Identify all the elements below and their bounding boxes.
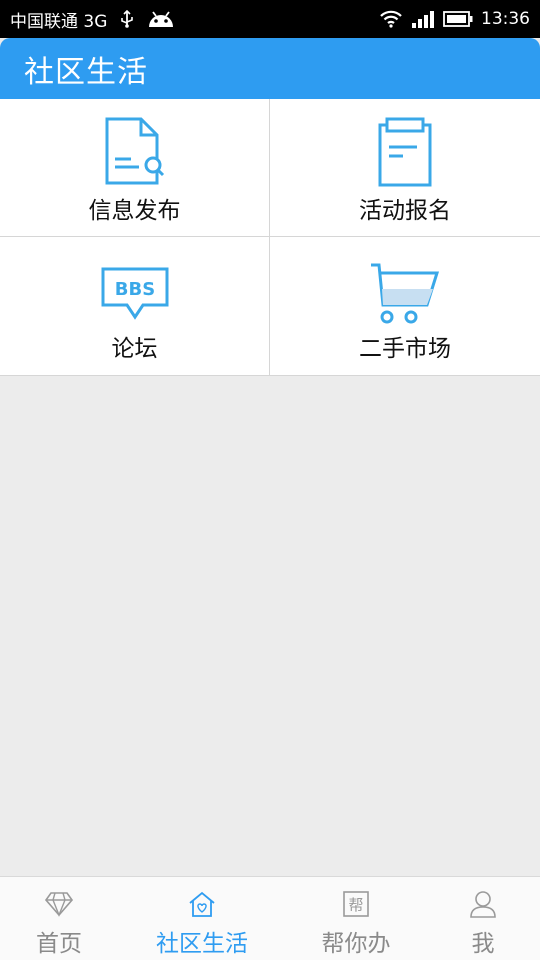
grid-item-info-publish[interactable]: 信息发布 bbox=[0, 99, 270, 237]
nav-item-home[interactable]: 首页 bbox=[0, 877, 118, 960]
bbs-icon: BBS bbox=[99, 253, 171, 325]
app-header: 社区生活 bbox=[0, 38, 540, 99]
usb-icon bbox=[119, 10, 135, 28]
bbs-icon-text: BBS bbox=[114, 279, 154, 300]
home-heart-icon bbox=[188, 889, 216, 919]
grid-item-event-signup[interactable]: 活动报名 bbox=[270, 99, 540, 237]
page-title: 社区生活 bbox=[24, 54, 148, 90]
carrier-label: 中国联通 3G bbox=[10, 11, 108, 32]
nav-item-help[interactable]: 帮 帮你办 bbox=[286, 877, 426, 960]
help-badge-text: 帮 bbox=[348, 896, 363, 914]
clipboard-icon bbox=[375, 115, 435, 187]
nav-label: 帮你办 bbox=[321, 931, 391, 957]
diamond-icon bbox=[45, 889, 73, 919]
grid-item-label: 二手市场 bbox=[359, 336, 451, 362]
status-bar: 中国联通 3G 13:36 bbox=[0, 0, 540, 38]
grid-item-forum[interactable]: BBS 论坛 bbox=[0, 237, 270, 375]
nav-label: 我 bbox=[471, 931, 495, 957]
android-icon bbox=[147, 9, 175, 29]
grid-item-label: 活动报名 bbox=[359, 198, 451, 224]
user-icon bbox=[469, 889, 497, 919]
nav-label: 首页 bbox=[36, 931, 82, 957]
grid-item-second-hand[interactable]: 二手市场 bbox=[270, 237, 540, 375]
nav-item-me[interactable]: 我 bbox=[426, 877, 540, 960]
status-right: 13:36 bbox=[379, 9, 530, 29]
help-badge-icon: 帮 bbox=[343, 889, 369, 919]
nav-label: 社区生活 bbox=[156, 931, 248, 957]
clock-label: 13:36 bbox=[481, 9, 530, 29]
shopping-cart-icon bbox=[369, 253, 441, 325]
nav-item-community-life[interactable]: 社区生活 bbox=[118, 877, 286, 960]
battery-icon bbox=[443, 11, 473, 27]
grid-item-label: 信息发布 bbox=[88, 198, 181, 224]
signal-icon bbox=[411, 10, 435, 28]
grid-item-label: 论坛 bbox=[111, 336, 158, 362]
document-search-icon bbox=[103, 115, 167, 187]
wifi-icon bbox=[379, 10, 403, 28]
feature-grid: 信息发布 活动报名 BBS 论坛 二手市场 bbox=[0, 99, 540, 376]
status-left: 中国联通 3G bbox=[10, 7, 175, 32]
bottom-navigation: 首页 社区生活 帮 帮你办 我 bbox=[0, 876, 540, 960]
